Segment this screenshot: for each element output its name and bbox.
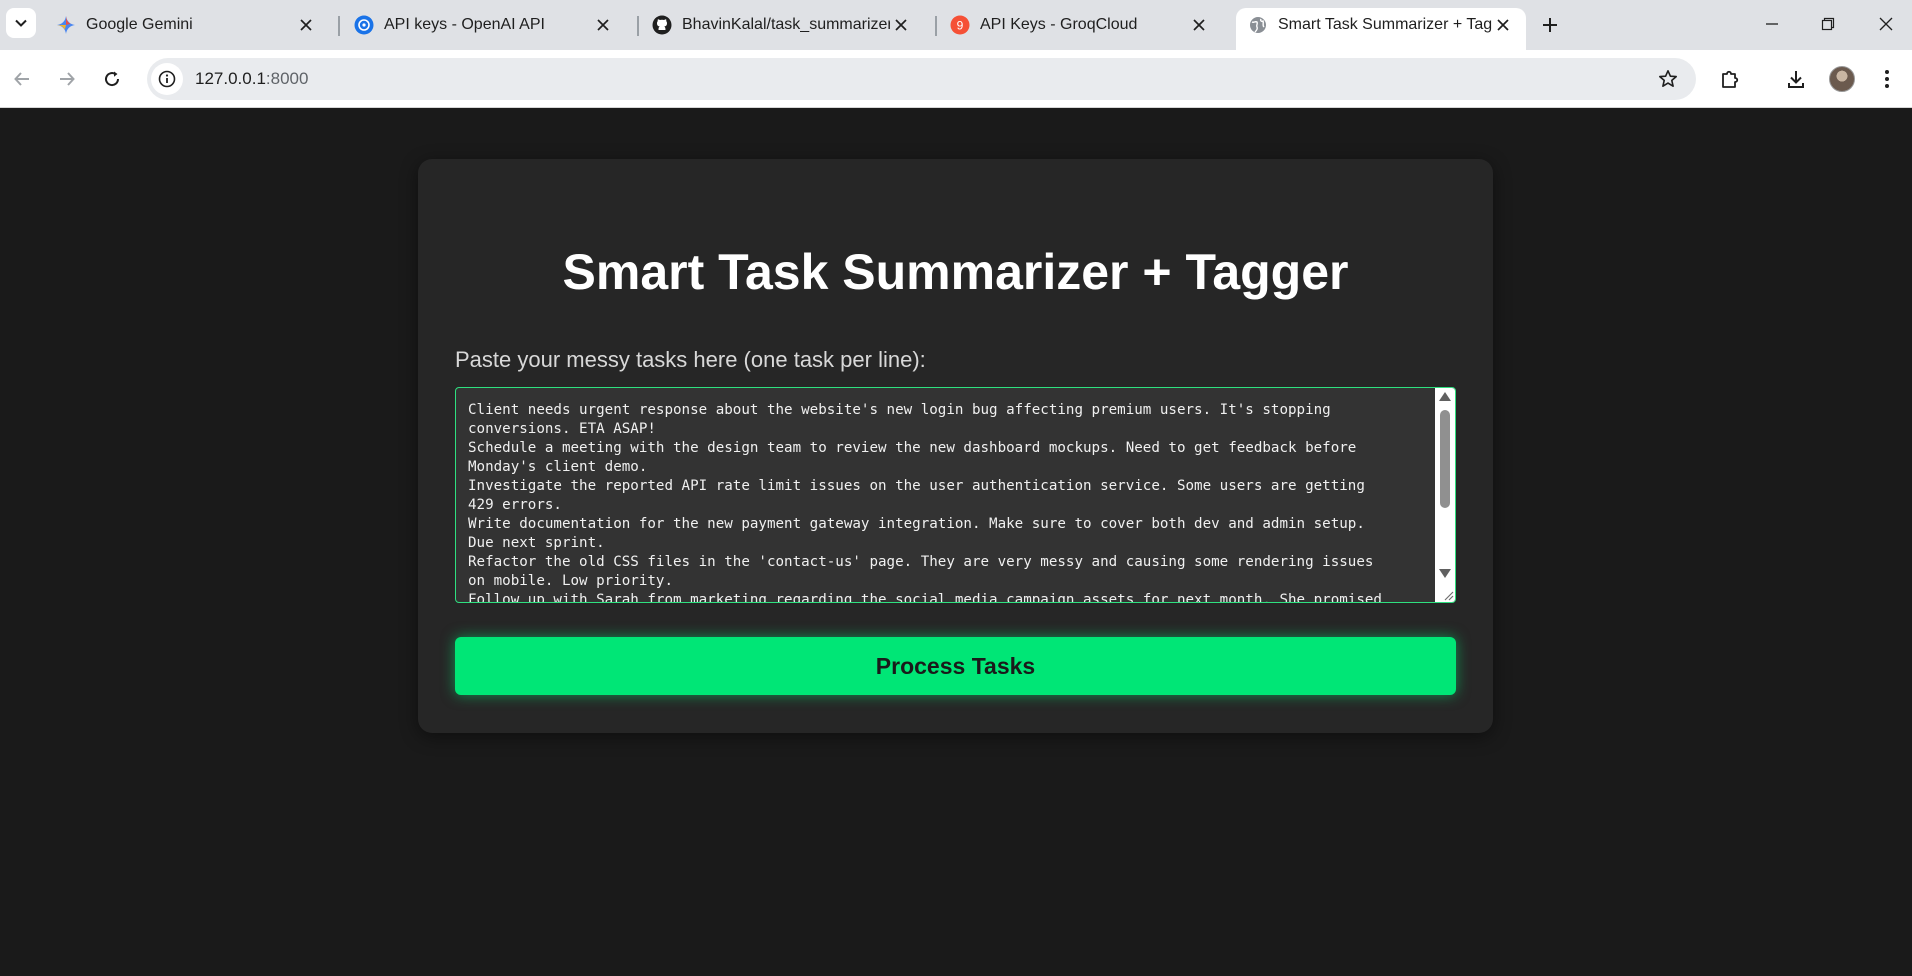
reload-icon bbox=[105, 71, 120, 87]
close-icon bbox=[1879, 17, 1893, 31]
tasks-textarea[interactable]: Client needs urgent response about the w… bbox=[455, 387, 1456, 603]
minimize-icon bbox=[1766, 23, 1778, 25]
task-text-line: Due next sprint. bbox=[468, 535, 605, 551]
task-text-line: on mobile. Low priority. bbox=[468, 573, 673, 589]
extensions-button[interactable] bbox=[1714, 62, 1748, 96]
restore-icon bbox=[1821, 17, 1835, 31]
arrow-left-icon bbox=[14, 72, 29, 86]
tab-title: Google Gemini bbox=[86, 16, 193, 33]
reload-button[interactable] bbox=[95, 62, 129, 96]
task-text-line: Investigate the reported API rate limit … bbox=[468, 478, 1365, 494]
profile-button[interactable] bbox=[1825, 62, 1859, 96]
tab-strip: Google Gemini API keys - OpenAI API Bhav… bbox=[0, 0, 1912, 50]
back-button[interactable] bbox=[5, 62, 39, 96]
close-icon[interactable] bbox=[1492, 14, 1514, 36]
task-text-line: Write documentation for the new payment … bbox=[468, 516, 1365, 532]
resize-handle-icon[interactable] bbox=[1442, 589, 1454, 601]
tab-divider bbox=[935, 16, 937, 36]
tab-github-task-summarizer[interactable]: BhavinKalal/task_summarizer bbox=[640, 8, 924, 42]
download-icon bbox=[1788, 71, 1804, 88]
task-text-line: Monday's client demo. bbox=[468, 459, 648, 475]
scroll-down-arrow-icon[interactable] bbox=[1439, 569, 1451, 578]
tab-openai-api-keys[interactable]: API keys - OpenAI API bbox=[342, 8, 626, 42]
scroll-up-arrow-icon[interactable] bbox=[1439, 392, 1451, 401]
task-text-line: Follow up with Sarah from marketing rega… bbox=[468, 592, 1382, 603]
restore-button[interactable] bbox=[1808, 6, 1848, 42]
more-vertical-icon bbox=[1885, 70, 1889, 88]
page-title: Smart Task Summarizer + Tagger bbox=[562, 244, 1349, 300]
main-card: Smart Task Summarizer + Tagger Paste you… bbox=[418, 159, 1493, 733]
tab-divider bbox=[338, 16, 340, 36]
address-bar[interactable]: 127.0.0.1:8000 bbox=[147, 58, 1696, 100]
avatar bbox=[1829, 66, 1855, 92]
textarea-scrollbar[interactable] bbox=[1435, 388, 1455, 602]
tab-title: API keys - OpenAI API bbox=[384, 16, 545, 33]
tab-groqcloud-api-keys[interactable]: 9 API Keys - GroqCloud bbox=[938, 8, 1222, 42]
minimize-button[interactable] bbox=[1752, 6, 1792, 42]
tasks-input-label: Paste your messy tasks here (one task pe… bbox=[455, 347, 926, 372]
page-viewport: Smart Task Summarizer + Tagger Paste you… bbox=[0, 108, 1912, 976]
task-text-line: 429 errors. bbox=[468, 497, 562, 513]
url-port: :8000 bbox=[265, 69, 309, 88]
puzzle-icon bbox=[1722, 70, 1739, 88]
close-icon[interactable] bbox=[295, 14, 317, 36]
downloads-button[interactable] bbox=[1779, 62, 1813, 96]
browser-menu-button[interactable] bbox=[1870, 62, 1904, 96]
tab-smart-task-summarizer[interactable]: Smart Task Summarizer + Tagger bbox=[1236, 8, 1526, 50]
globe-icon bbox=[1248, 15, 1268, 35]
bookmark-star-icon[interactable] bbox=[1652, 63, 1684, 95]
close-window-button[interactable] bbox=[1866, 6, 1906, 42]
url-text: 127.0.0.1:8000 bbox=[195, 69, 308, 89]
task-text-line: conversions. ETA ASAP! bbox=[468, 421, 656, 437]
task-text-line: Refactor the old CSS files in the 'conta… bbox=[468, 554, 1374, 570]
gemini-icon bbox=[56, 15, 76, 35]
tasks-textarea-content: Client needs urgent response about the w… bbox=[468, 401, 1428, 603]
process-tasks-button[interactable]: Process Tasks bbox=[455, 637, 1456, 695]
close-icon[interactable] bbox=[1188, 14, 1210, 36]
groq-icon: 9 bbox=[950, 15, 970, 35]
new-tab-button[interactable] bbox=[1535, 10, 1565, 40]
task-text-line: Client needs urgent response about the w… bbox=[468, 402, 1331, 418]
github-icon bbox=[652, 15, 672, 35]
browser-toolbar: 127.0.0.1:8000 bbox=[0, 50, 1912, 108]
forward-button[interactable] bbox=[50, 62, 84, 96]
arrow-right-icon bbox=[60, 72, 75, 86]
openai-icon bbox=[354, 15, 374, 35]
tab-title: BhavinKalal/task_summarizer bbox=[682, 16, 890, 33]
scrollbar-thumb[interactable] bbox=[1440, 410, 1450, 508]
tab-google-gemini[interactable]: Google Gemini bbox=[44, 8, 329, 42]
tab-divider bbox=[637, 16, 639, 36]
close-icon[interactable] bbox=[890, 14, 912, 36]
tab-search-button[interactable] bbox=[6, 8, 36, 38]
tab-title: API Keys - GroqCloud bbox=[980, 16, 1138, 33]
task-text-line: Schedule a meeting with the design team … bbox=[468, 440, 1357, 456]
tab-title: Smart Task Summarizer + Tagger bbox=[1278, 16, 1492, 33]
groq-badge: 9 bbox=[957, 19, 964, 33]
url-host: 127.0.0.1 bbox=[195, 69, 266, 88]
close-icon[interactable] bbox=[592, 14, 614, 36]
site-info-icon[interactable] bbox=[151, 63, 183, 95]
chevron-down-icon bbox=[15, 19, 27, 27]
plus-icon bbox=[1543, 18, 1557, 32]
